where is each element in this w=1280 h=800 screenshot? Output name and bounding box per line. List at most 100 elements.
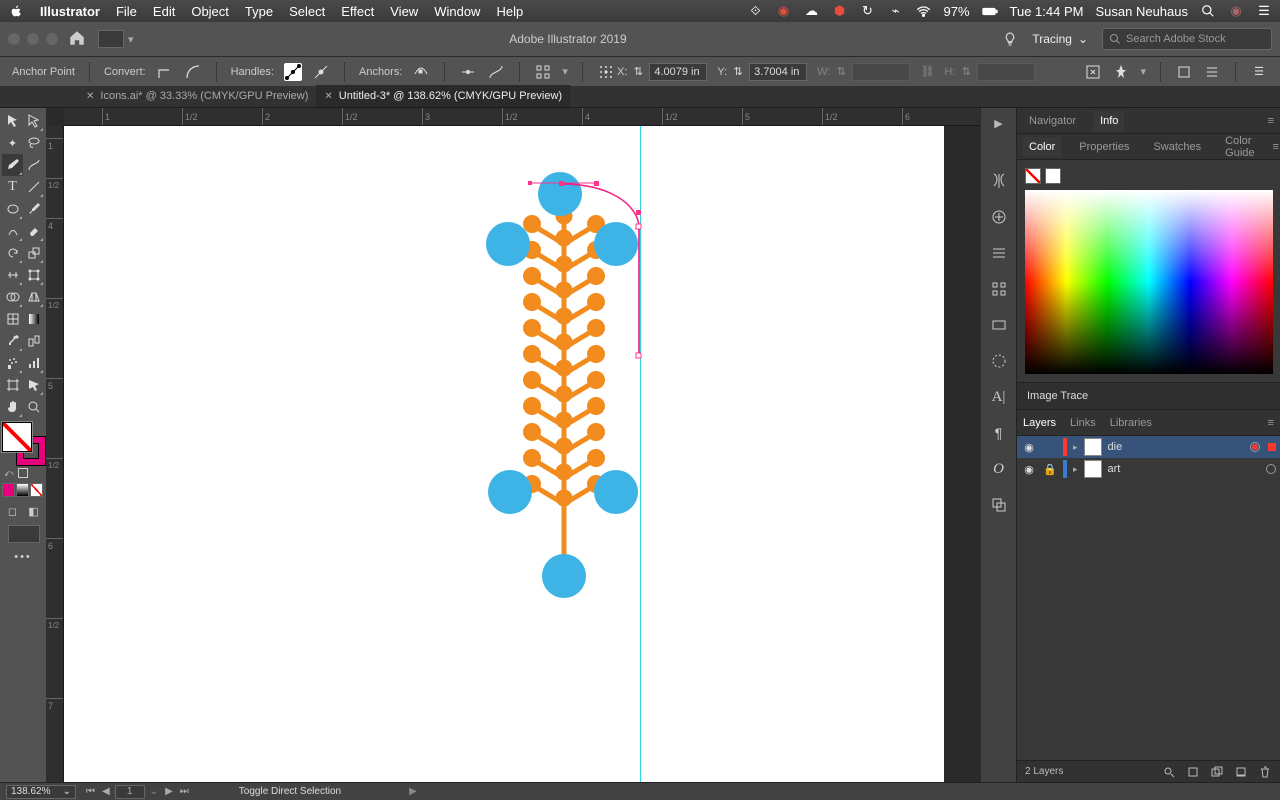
clock[interactable]: Tue 1:44 PM xyxy=(1010,4,1084,19)
spotlight-icon[interactable] xyxy=(1200,3,1216,19)
visibility-icon[interactable]: ◉ xyxy=(1021,463,1037,476)
color-none[interactable] xyxy=(30,483,43,497)
paragraph-panel-icon[interactable]: ¶ xyxy=(988,422,1010,444)
stepper-icon[interactable]: ⇅ xyxy=(729,63,747,81)
pen-tool[interactable] xyxy=(2,154,23,176)
apple-icon[interactable] xyxy=(8,3,24,19)
fill-swatch[interactable] xyxy=(2,422,32,452)
shaper-tool[interactable] xyxy=(2,220,23,242)
bluetooth-icon[interactable]: ⌁ xyxy=(888,3,904,19)
shape-builder-tool[interactable] xyxy=(2,286,23,308)
image-trace-panel[interactable]: Image Trace xyxy=(1017,382,1280,410)
gradient-tool[interactable] xyxy=(23,308,44,330)
user-name[interactable]: Susan Neuhaus xyxy=(1095,4,1188,19)
magic-wand-tool[interactable]: ✦ xyxy=(2,132,23,154)
app-name[interactable]: Illustrator xyxy=(40,4,100,19)
pin-dropdown-icon[interactable]: ▾ xyxy=(1140,65,1146,78)
menu-window[interactable]: Window xyxy=(434,4,480,19)
menu-edit[interactable]: Edit xyxy=(153,4,175,19)
make-clip-icon[interactable] xyxy=(1186,765,1200,779)
tab-layers[interactable]: Layers xyxy=(1023,417,1056,429)
stepper-icon[interactable]: ⇅ xyxy=(629,63,647,81)
anchor-remove-icon[interactable] xyxy=(412,63,430,81)
direct-selection-tool[interactable] xyxy=(23,110,44,132)
pin-icon[interactable] xyxy=(1112,63,1130,81)
width-tool[interactable] xyxy=(2,264,23,286)
visibility-icon[interactable]: ◉ xyxy=(1021,441,1037,454)
free-transform-tool[interactable] xyxy=(23,264,44,286)
ellipse-tool[interactable] xyxy=(2,198,23,220)
align-panel-icon[interactable] xyxy=(1203,63,1221,81)
status-play-icon[interactable]: ▶ xyxy=(409,786,417,797)
line-tool[interactable] xyxy=(23,176,44,198)
ruler-vertical[interactable]: 11/241/251/261/27 xyxy=(46,126,64,782)
color-mode-buttons[interactable] xyxy=(2,483,44,497)
color-gradient[interactable] xyxy=(16,483,29,497)
tab-properties[interactable]: Properties xyxy=(1073,137,1135,157)
battery-icon[interactable] xyxy=(982,3,998,19)
handles-hide-icon[interactable] xyxy=(312,63,330,81)
target-icon[interactable] xyxy=(1250,442,1260,452)
tab-libraries[interactable]: Libraries xyxy=(1110,417,1152,429)
cc-red-icon[interactable]: ◉ xyxy=(776,3,792,19)
play-icon[interactable]: ▶ xyxy=(988,112,1010,134)
graph-tool[interactable] xyxy=(23,352,44,374)
rotate-tool[interactable] xyxy=(2,242,23,264)
menu-select[interactable]: Select xyxy=(289,4,325,19)
expand-arrow-icon[interactable]: ▸ xyxy=(1073,464,1078,475)
menu-help[interactable]: Help xyxy=(496,4,523,19)
connect-path-icon[interactable] xyxy=(487,63,505,81)
locate-object-icon[interactable] xyxy=(1162,765,1176,779)
y-field[interactable]: Y: ⇅ xyxy=(717,63,807,81)
layer-row[interactable]: ◉▸die xyxy=(1017,436,1280,458)
tab-color[interactable]: Color xyxy=(1023,137,1061,157)
panel-menu-icon[interactable]: ≡ xyxy=(1268,115,1274,127)
workspace-switcher[interactable]: Tracing⌄ xyxy=(1032,32,1088,46)
screen-mode[interactable] xyxy=(8,525,40,543)
pathfinder-panel-icon[interactable] xyxy=(988,494,1010,516)
transform-panel-icon[interactable] xyxy=(1175,63,1193,81)
y-input[interactable] xyxy=(749,63,807,81)
paintbrush-tool[interactable] xyxy=(23,198,44,220)
wifi-icon[interactable] xyxy=(916,3,932,19)
reference-point-icon[interactable] xyxy=(597,63,615,81)
zoom-field[interactable]: 138.62%⌄ xyxy=(6,785,76,799)
hint-bulb-icon[interactable] xyxy=(1002,31,1018,47)
fill-swatch-none[interactable] xyxy=(1025,168,1041,184)
layer-row[interactable]: ◉🔒▸art xyxy=(1017,458,1280,480)
blend-tool[interactable] xyxy=(23,330,44,352)
stroke-swatch-white[interactable] xyxy=(1045,168,1061,184)
perspective-tool[interactable] xyxy=(23,286,44,308)
tab-info[interactable]: Info xyxy=(1094,111,1124,131)
artboard[interactable] xyxy=(64,126,944,782)
mesh-tool[interactable] xyxy=(2,308,23,330)
swap-fill-stroke-icon[interactable]: ⤺ xyxy=(4,468,14,479)
dropbox-icon[interactable]: ⟐ xyxy=(748,3,764,19)
new-sublayer-icon[interactable] xyxy=(1210,765,1224,779)
stock-search[interactable]: Search Adobe Stock xyxy=(1102,28,1272,50)
shield-icon[interactable]: ⬢ xyxy=(832,3,848,19)
edit-toolbar[interactable]: ••• xyxy=(2,551,44,563)
glyphs-panel-icon[interactable]: O xyxy=(988,458,1010,480)
color-spectrum[interactable] xyxy=(1025,190,1273,374)
artboard-tool[interactable] xyxy=(2,374,23,396)
selection-tool[interactable] xyxy=(2,110,23,132)
curvature-tool[interactable] xyxy=(23,154,44,176)
lasso-tool[interactable] xyxy=(23,132,44,154)
lock-icon[interactable]: 🔒 xyxy=(1043,463,1057,476)
notification-icon[interactable]: ☰ xyxy=(1256,3,1272,19)
more-options-icon[interactable]: ☰ xyxy=(1250,63,1268,81)
new-layer-icon[interactable] xyxy=(1234,765,1248,779)
cloud-icon[interactable]: ☁ xyxy=(804,3,820,19)
eraser-tool[interactable] xyxy=(23,220,44,242)
isolate-icon[interactable] xyxy=(1084,63,1102,81)
brushes-panel-icon[interactable] xyxy=(988,170,1010,192)
align-dropdown-icon[interactable]: ▾ xyxy=(562,65,568,78)
close-icon[interactable]: ✕ xyxy=(324,91,332,102)
ruler-horizontal[interactable]: 11/221/231/241/251/26 xyxy=(64,108,980,126)
appearance-panel-icon[interactable] xyxy=(988,350,1010,372)
close-icon[interactable]: ✕ xyxy=(86,91,94,102)
menu-view[interactable]: View xyxy=(390,4,418,19)
convert-smooth-icon[interactable] xyxy=(184,63,202,81)
symbol-sprayer-tool[interactable] xyxy=(2,352,23,374)
